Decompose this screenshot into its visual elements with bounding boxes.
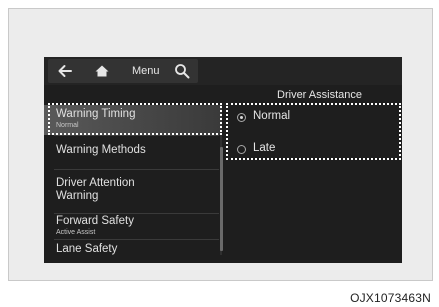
menu-item-label-line2: Warning — [56, 190, 99, 202]
menu-item-label: Warning Timing — [56, 108, 136, 120]
menu-item-label: Driver Attention — [56, 177, 135, 189]
navigation-group: Menu — [48, 59, 198, 83]
divider — [54, 213, 219, 214]
divider — [54, 239, 219, 240]
option-label: Late — [253, 142, 276, 154]
divider — [54, 169, 219, 170]
menu-item-driver-attention-warning[interactable]: Driver Attention Warning — [44, 177, 222, 209]
option-normal[interactable]: Normal — [232, 108, 392, 130]
figure-code: OJX1073463N — [350, 291, 431, 305]
option-late[interactable]: Late — [232, 140, 392, 162]
scrollbar-thumb[interactable] — [220, 147, 223, 251]
menu-item-label: Warning Methods — [56, 144, 146, 156]
search-icon[interactable] — [174, 63, 190, 84]
section-title: Driver Assistance — [277, 89, 362, 101]
infotainment-screen: Menu Driver Assistance Warning Timing No… — [44, 57, 402, 263]
menu-item-lane-safety[interactable]: Lane Safety — [44, 243, 222, 263]
home-icon[interactable] — [94, 63, 110, 84]
radio-selected-icon[interactable] — [237, 113, 246, 122]
menu-item-warning-methods[interactable]: Warning Methods — [44, 144, 222, 166]
menu-item-sublabel: Active Assist — [56, 229, 96, 236]
option-label: Normal — [253, 110, 291, 122]
divider — [54, 135, 219, 136]
menu-item-label: Lane Safety — [56, 243, 118, 255]
top-bar: Menu — [44, 57, 402, 85]
menu-item-forward-safety[interactable]: Forward Safety Active Assist — [44, 215, 222, 239]
menu-item-label: Forward Safety — [56, 215, 134, 227]
radio-unselected-icon[interactable] — [237, 145, 246, 154]
back-arrow-icon[interactable] — [56, 63, 74, 84]
settings-menu: Warning Timing Normal Warning Methods Dr… — [44, 101, 224, 263]
menu-item-warning-timing[interactable]: Warning Timing Normal — [44, 105, 222, 135]
menu-button[interactable]: Menu — [132, 65, 160, 77]
menu-item-sublabel: Normal — [56, 122, 79, 129]
